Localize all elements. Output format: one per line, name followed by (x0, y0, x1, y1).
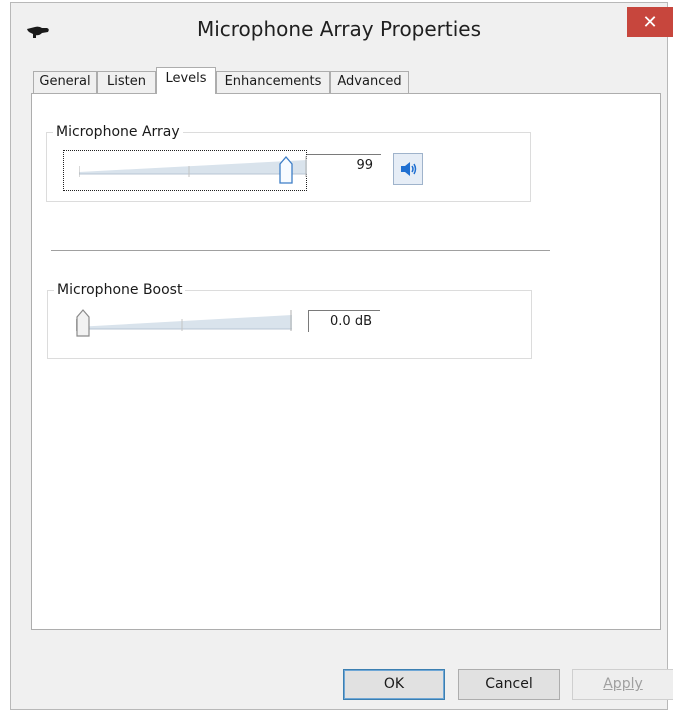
mute-toggle-button[interactable] (393, 153, 423, 185)
microphone-array-slider[interactable] (79, 154, 307, 184)
tab-listen[interactable]: Listen (97, 71, 156, 93)
close-icon: ✕ (642, 11, 658, 33)
microphone-array-label: Microphone Array (56, 124, 180, 140)
slider-thumb[interactable] (76, 309, 90, 337)
microphone-boost-slider[interactable] (76, 307, 292, 337)
microphone-boost-label: Microphone Boost (57, 282, 183, 298)
close-button[interactable]: ✕ (627, 7, 673, 37)
properties-window: Microphone Array Properties ✕ General Li… (10, 2, 673, 710)
speaker-volume-icon (401, 162, 417, 176)
ok-button[interactable]: OK (343, 669, 445, 700)
cancel-button[interactable]: Cancel (458, 669, 560, 700)
tab-advanced[interactable]: Advanced (330, 71, 409, 93)
microphone-array-value[interactable]: 99 (307, 154, 381, 176)
levels-panel: Microphone Array 99 Microphone Boost 0.0… (31, 93, 661, 630)
section-divider (51, 250, 550, 251)
title-bar[interactable]: Microphone Array Properties ✕ (11, 3, 673, 55)
tab-levels[interactable]: Levels (156, 67, 216, 94)
apply-button[interactable]: Apply (572, 669, 673, 700)
tab-general[interactable]: General (33, 71, 97, 93)
microphone-boost-value[interactable]: 0.0 dB (308, 310, 380, 332)
tab-enhancements[interactable]: Enhancements (216, 71, 330, 93)
window-title: Microphone Array Properties (196, 17, 482, 41)
apply-label: Apply (603, 676, 643, 692)
